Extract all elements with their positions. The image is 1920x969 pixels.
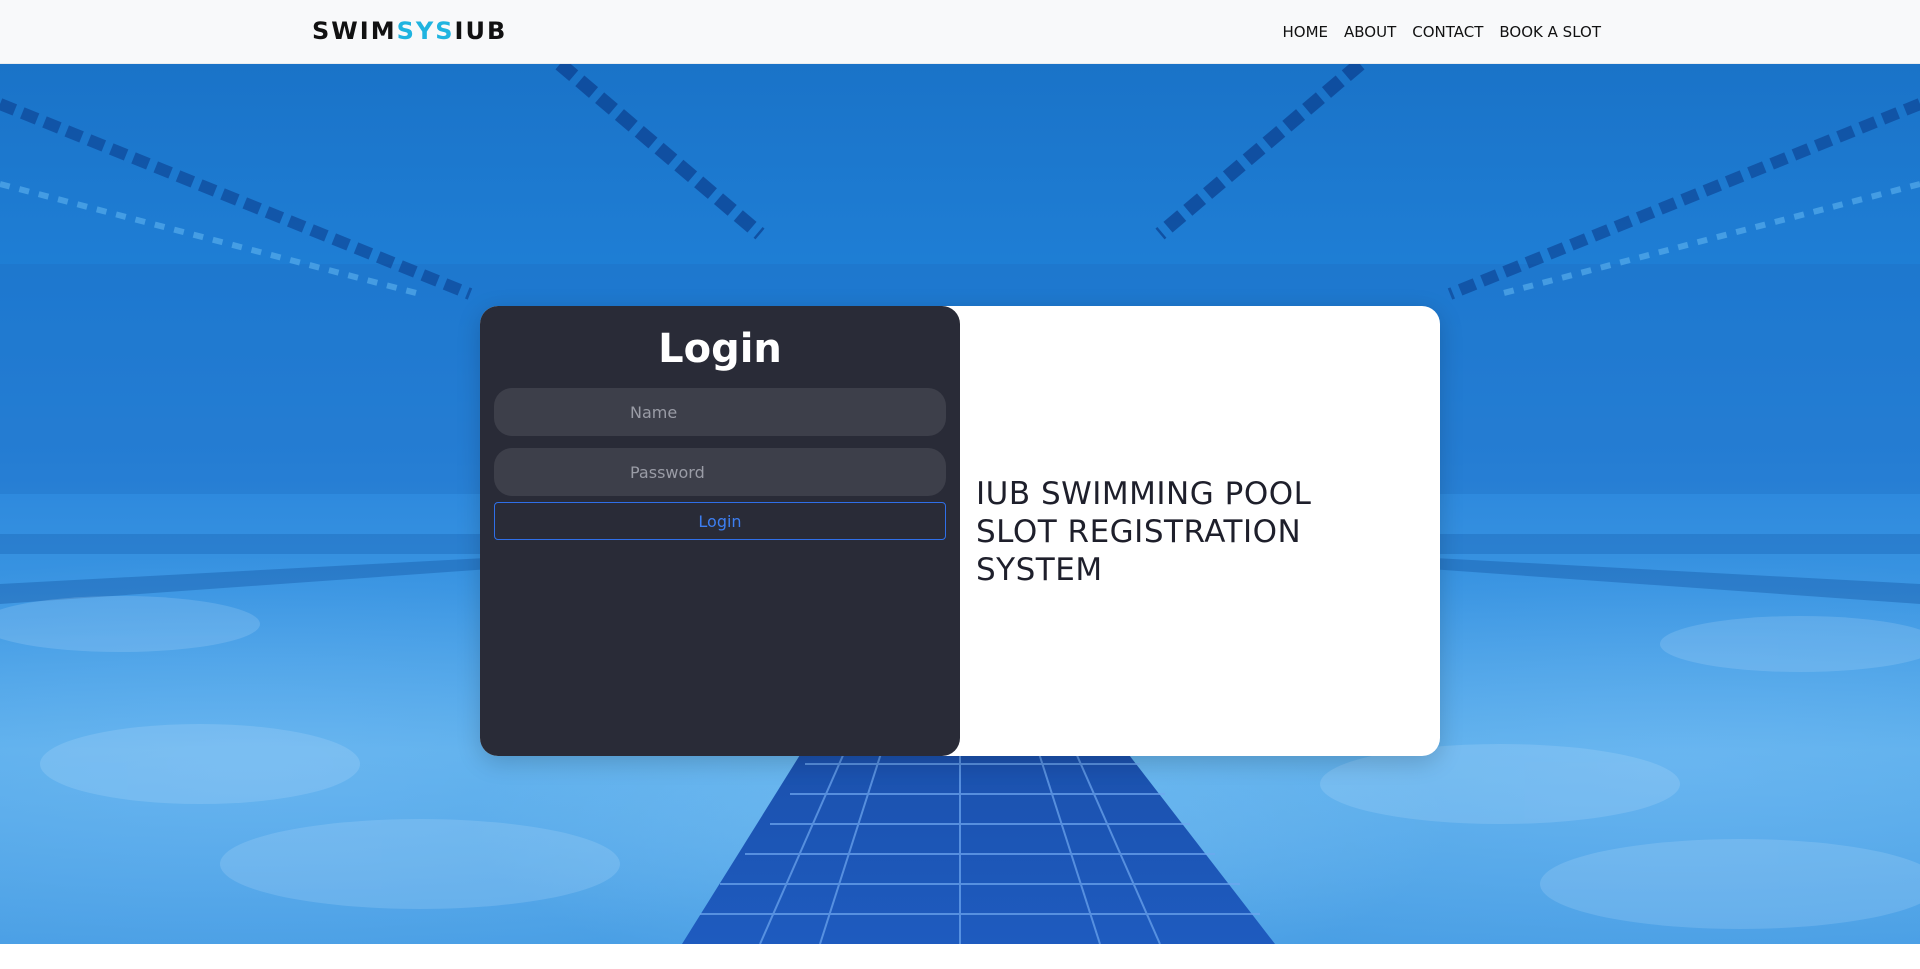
info-heading-line-2: SLOT REGISTRATION [976,514,1302,550]
brand-part-swim: SWIM [312,17,397,45]
login-title: Login [658,326,782,372]
info-heading-line-1: IUB SWIMMING POOL [976,476,1312,512]
name-input[interactable] [494,388,946,436]
login-panel: Login Login [480,306,960,756]
info-panel: IUB SWIMMING POOL SLOT REGISTRATION SYST… [976,475,1396,589]
login-card: Login Login IUB SWIMMING POOL SLOT REGIS… [480,306,1440,756]
brand-part-iub: IUB [454,17,508,45]
info-heading-line-3: SYSTEM [976,552,1103,588]
nav-link-about[interactable]: ABOUT [1344,22,1396,42]
brand-logo[interactable]: SWIMSYSIUB [312,16,507,46]
top-navbar: SWIMSYSIUB HOME ABOUT CONTACT BOOK A SLO… [0,0,1920,64]
hero-pool-background: Login Login IUB SWIMMING POOL SLOT REGIS… [0,64,1920,944]
nav-link-book-a-slot[interactable]: BOOK A SLOT [1499,22,1601,42]
nav-link-home[interactable]: HOME [1283,22,1329,42]
login-button[interactable]: Login [494,502,946,540]
nav-menu: HOME ABOUT CONTACT BOOK A SLOT [1283,22,1602,42]
nav-link-contact[interactable]: CONTACT [1412,22,1483,42]
brand-part-sys: SYS [396,17,455,45]
password-input[interactable] [494,448,946,496]
